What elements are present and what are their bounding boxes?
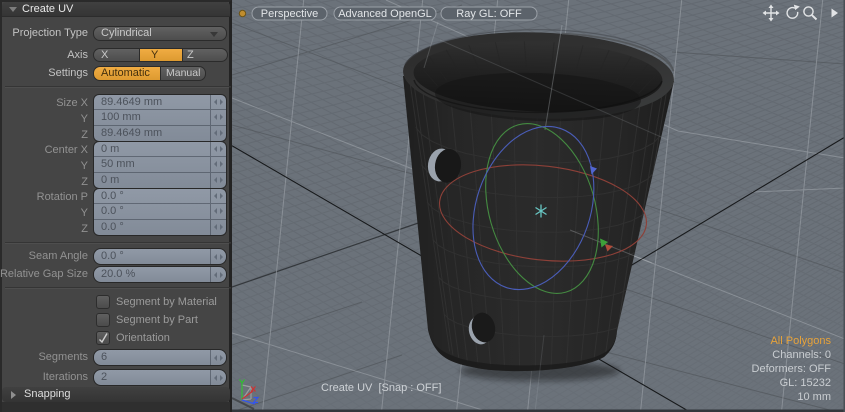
svg-text:Ray GL: OFF: Ray GL: OFF	[456, 8, 522, 20]
svg-text:Perspective: Perspective	[261, 8, 318, 20]
svg-text:Channels: 0: Channels: 0	[772, 349, 831, 361]
svg-text:All Polygons: All Polygons	[770, 335, 831, 347]
svg-text:Deformers: OFF: Deformers: OFF	[752, 363, 832, 375]
svg-text:Advanced OpenGL: Advanced OpenGL	[338, 8, 432, 20]
svg-text:Create UV [Snap : OFF]: Create UV [Snap : OFF]	[321, 382, 441, 394]
svg-text:10 mm: 10 mm	[797, 391, 831, 403]
svg-text:GL: 15232: GL: 15232	[780, 377, 831, 389]
